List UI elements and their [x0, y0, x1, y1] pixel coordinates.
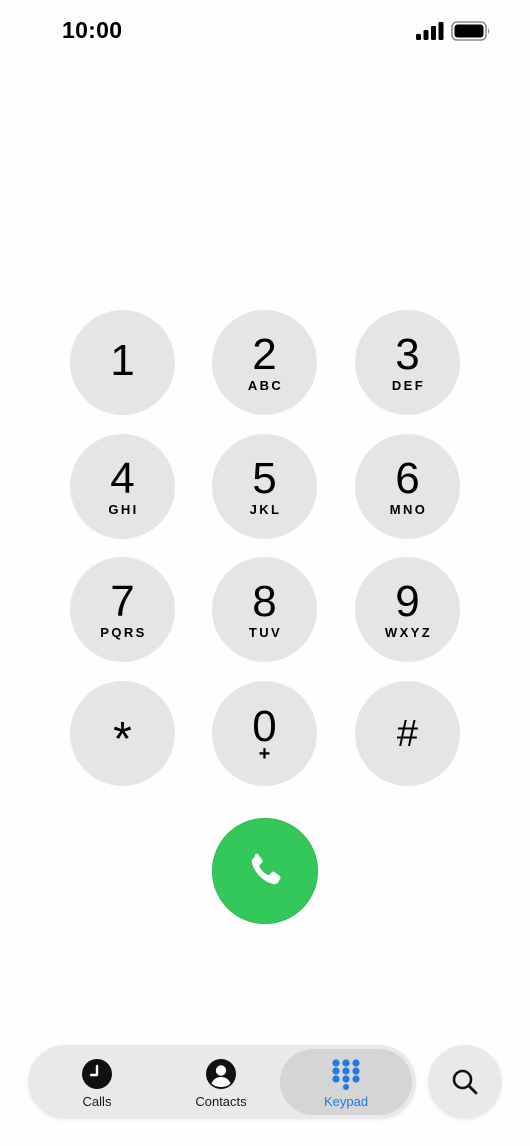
search-button[interactable] — [428, 1045, 502, 1119]
phone-keypad-screen: 10:00 1 2 ABC 3 DEF 4 GHI 5 JKL 6 MNO 7 … — [0, 0, 530, 1146]
tab-keypad[interactable]: Keypad — [280, 1049, 412, 1115]
key-5[interactable]: 5 JKL — [212, 434, 317, 539]
tab-contacts[interactable]: Contacts — [164, 1045, 278, 1119]
key-letters: WXYZ — [384, 624, 433, 640]
tab-label: Keypad — [323, 1093, 369, 1109]
call-button[interactable] — [212, 818, 318, 924]
key-8[interactable]: 8 TUV — [212, 557, 317, 662]
key-1[interactable]: 1 — [70, 310, 175, 415]
key-4[interactable]: 4 GHI — [70, 434, 175, 539]
key-digit: 3 — [395, 329, 420, 379]
key-digit: 6 — [395, 453, 420, 503]
key-digit: 1 — [110, 335, 135, 385]
key-0[interactable]: 0 + — [212, 681, 317, 786]
tab-label: Calls — [82, 1093, 112, 1109]
key-digit: 9 — [395, 576, 420, 626]
key-2[interactable]: 2 ABC — [212, 310, 317, 415]
key-9[interactable]: 9 WXYZ — [355, 557, 460, 662]
key-digit: # — [396, 712, 419, 755]
key-hash[interactable]: # — [355, 681, 460, 786]
key-digit: 2 — [252, 329, 277, 379]
tab-calls[interactable]: Calls — [42, 1045, 152, 1119]
key-letters: DEF — [391, 377, 426, 393]
search-icon — [452, 1069, 478, 1095]
key-digit: 5 — [252, 453, 277, 503]
key-letters: ABC — [247, 377, 284, 393]
clock-icon — [82, 1058, 112, 1089]
key-star[interactable]: * — [70, 681, 175, 786]
key-letters: + — [258, 743, 271, 765]
key-letters: GHI — [108, 501, 139, 517]
key-3[interactable]: 3 DEF — [355, 310, 460, 415]
dial-keypad: 1 2 ABC 3 DEF 4 GHI 5 JKL 6 MNO 7 PQRS 8… — [0, 0, 530, 1146]
key-letters: TUV — [248, 624, 283, 640]
key-letters: PQRS — [100, 624, 147, 640]
key-letters: JKL — [249, 501, 282, 517]
keypad-grid-icon — [332, 1058, 360, 1090]
person-circle-icon — [206, 1058, 236, 1089]
tab-label: Contacts — [195, 1093, 247, 1109]
key-digit: 4 — [110, 453, 135, 503]
key-letters: MNO — [389, 501, 428, 517]
key-digit: * — [113, 712, 132, 766]
key-digit: 7 — [110, 576, 135, 626]
phone-icon — [251, 853, 281, 885]
key-6[interactable]: 6 MNO — [355, 434, 460, 539]
key-digit: 8 — [252, 576, 277, 626]
key-7[interactable]: 7 PQRS — [70, 557, 175, 662]
tab-bar: Calls Contacts Keypad — [28, 1045, 416, 1119]
